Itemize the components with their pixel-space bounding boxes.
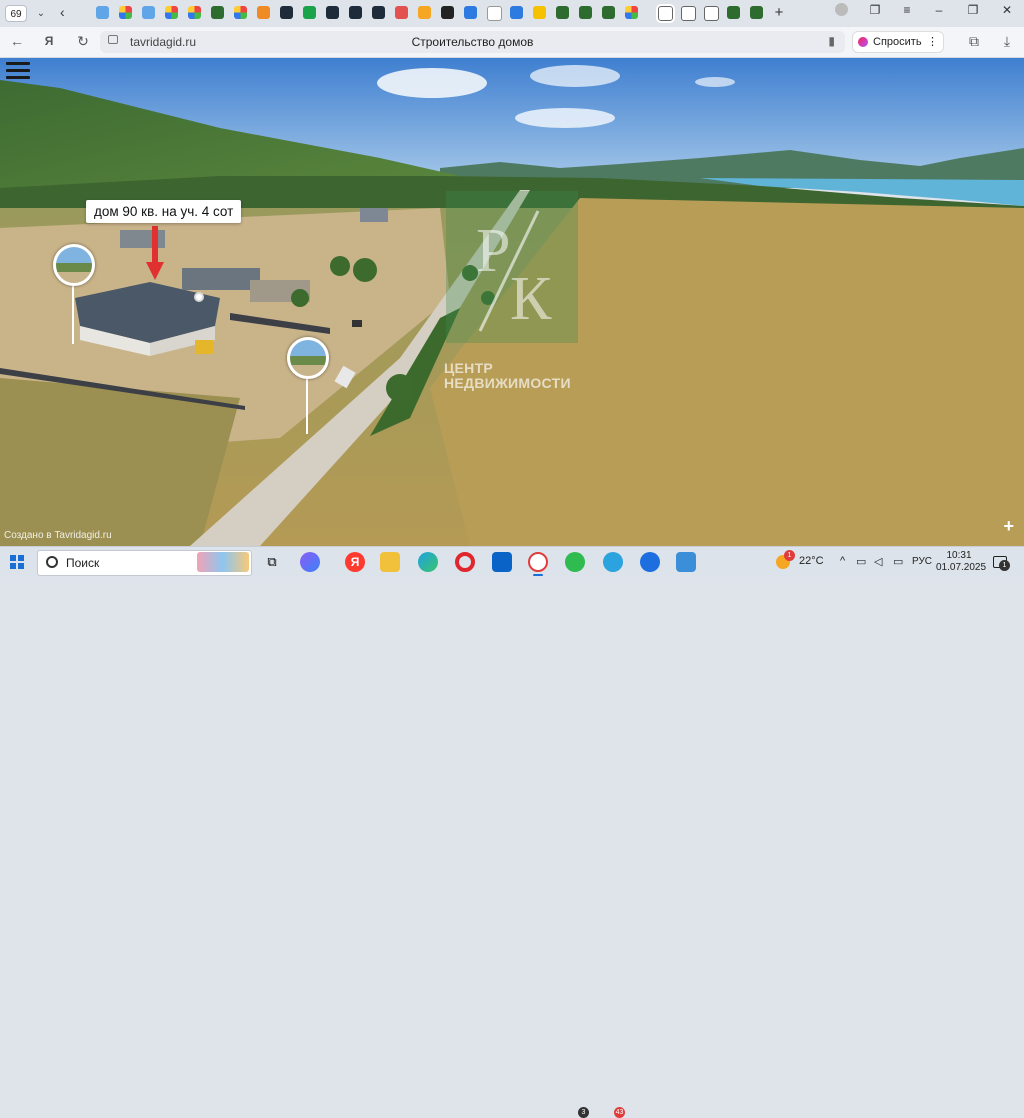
tab-favicon-icon[interactable] [372,6,385,19]
clock-date: 01.07.2025 [936,562,987,573]
credit-text[interactable]: Создано в Tavridagid.ru [4,530,112,541]
whatsapp-badge: 3 [578,1107,589,1118]
tab-favicon-icon[interactable] [625,6,638,19]
remote-desktop-icon[interactable] [676,552,696,572]
profile-avatar-icon[interactable] [830,3,852,19]
battery-icon[interactable]: ▭ [893,555,903,568]
listing-callout-label[interactable]: дом 90 кв. на уч. 4 сот [86,200,242,223]
system-clock[interactable]: 10:31 01.07.2025 [936,550,987,574]
alice-app-icon[interactable] [300,552,320,572]
notifications-badge: 1 [999,560,1010,571]
outlook-icon[interactable] [492,552,512,572]
tab-favicon-icon[interactable] [418,6,431,19]
location-marker-dot[interactable] [194,292,204,302]
tab-favicon-icon[interactable] [303,6,316,19]
address-bar-row: ← Я ↻ tavridagid.ru Строительство домов … [0,27,1024,58]
tabs-scroll-left-icon[interactable]: ‹ [60,4,65,20]
tab-strip: 69 ⌄ ‹ + ❐ ≡ – ❐ ✕ [0,0,1024,27]
yandex-browser-icon[interactable] [528,552,548,572]
weather-temperature[interactable]: 22°C [799,555,824,567]
close-icon[interactable]: ✕ [996,3,1018,17]
tab-favicon-icon[interactable] [119,6,132,19]
yandex-logo-icon[interactable]: Я [38,34,60,48]
ask-button-label: Спросить [873,36,922,48]
yandex-app-icon[interactable]: Я [345,552,365,572]
tab-list-chevron-icon[interactable]: ⌄ [32,5,50,22]
volume-icon[interactable]: ◁ [874,555,882,568]
search-highlight-image [197,552,249,572]
tab-favicon-icon[interactable] [750,6,763,19]
windows-taskbar: Поиск ⧉ Я 3 43 1 22°C ^ ▭ ◁ ▭ РУС 10:31 … [0,546,1024,1118]
ask-button[interactable]: Спросить ⋮ [852,31,944,53]
input-language[interactable]: РУС [912,556,932,567]
windows-start-icon[interactable] [10,555,24,569]
search-icon [46,556,58,568]
weather-badge: 1 [784,550,795,561]
tab-favicon-icon[interactable] [533,6,546,19]
tab-favicon-icon[interactable] [464,6,477,19]
back-arrow-icon[interactable]: ← [6,33,28,49]
reload-icon[interactable]: ↻ [72,33,94,50]
whatsapp-icon[interactable] [565,552,585,572]
tab-count-button[interactable]: 69 [5,5,27,22]
opera-browser-icon[interactable] [455,552,475,572]
download-icon[interactable]: ⤓ [996,33,1018,50]
restore-icon[interactable]: ❐ [962,3,984,17]
tab-favicon-icon[interactable] [727,6,740,19]
bookmark-icon[interactable]: ▮ [828,34,835,48]
hotspot-stem [72,282,74,344]
tab-page-icon[interactable] [704,6,719,21]
panorama-hotspot-1[interactable] [53,244,95,286]
hotspot-stem [306,376,308,434]
svg-text:Р: Р [476,217,510,285]
file-explorer-icon[interactable] [380,552,400,572]
tab-favicon-icon[interactable] [211,6,224,19]
panorama-viewer[interactable]: Р К ЦЕНТР НЕДВИЖИМОСТИ дом 90 кв. на уч.… [0,58,1024,546]
url-field[interactable]: tavridagid.ru Строительство домов ▮ [100,31,845,53]
zoom-in-plus-icon[interactable]: + [1003,516,1014,537]
search-placeholder: Поиск [66,556,100,570]
watermark-logo-pk: Р К [446,191,578,343]
tab-page-icon[interactable] [681,6,696,21]
tab-favicon-icon[interactable] [96,6,109,19]
tab-favicon-icon[interactable] [142,6,155,19]
tab-favicon-icon[interactable] [487,6,502,21]
telegram-icon[interactable] [603,552,623,572]
page-title: Строительство домов [411,35,534,49]
browser-menu-icon[interactable]: ≡ [896,3,918,17]
menu-hamburger-icon[interactable] [6,62,30,80]
tab-favicon-icon[interactable] [349,6,362,19]
clock-time: 10:31 [946,550,972,561]
display-icon[interactable]: ▭ [856,555,866,568]
tab-favicon-icon[interactable] [441,6,454,19]
messenger-icon[interactable] [640,552,660,572]
task-view-icon[interactable]: ⧉ [262,552,282,572]
edge-browser-icon[interactable] [418,552,438,572]
extensions-icon[interactable]: ⧉ [963,33,985,50]
tab-favicon-icon[interactable] [510,6,523,19]
tab-favicon-icon[interactable] [326,6,339,19]
taskbar-search-box[interactable]: Поиск [37,550,252,576]
svg-text:К: К [510,265,552,333]
tab-favicon-icon[interactable] [579,6,592,19]
tab-favicon-icon[interactable] [395,6,408,19]
tab-favicon-icon[interactable] [257,6,270,19]
alice-icon [858,37,868,47]
minimize-icon[interactable]: – [928,3,950,17]
tab-favicon-icon[interactable] [556,6,569,19]
telegram-badge: 43 [614,1107,625,1118]
new-tab-plus-icon[interactable]: + [770,4,788,22]
tab-favicon-icon[interactable] [165,6,178,19]
tab-favicon-icon[interactable] [280,6,293,19]
tab-favicon-icon[interactable] [188,6,201,19]
active-tab-page-icon[interactable] [656,4,675,23]
more-dots-icon[interactable]: ⋮ [927,32,938,52]
tab-favicon-icon[interactable] [602,6,615,19]
collections-icon[interactable]: ❐ [864,3,886,17]
tray-chevron-icon[interactable]: ^ [840,555,845,567]
tab-favicon-icon[interactable] [234,6,247,19]
watermark-caption: ЦЕНТР НЕДВИЖИМОСТИ [444,360,571,391]
panorama-hotspot-2[interactable] [287,337,329,379]
